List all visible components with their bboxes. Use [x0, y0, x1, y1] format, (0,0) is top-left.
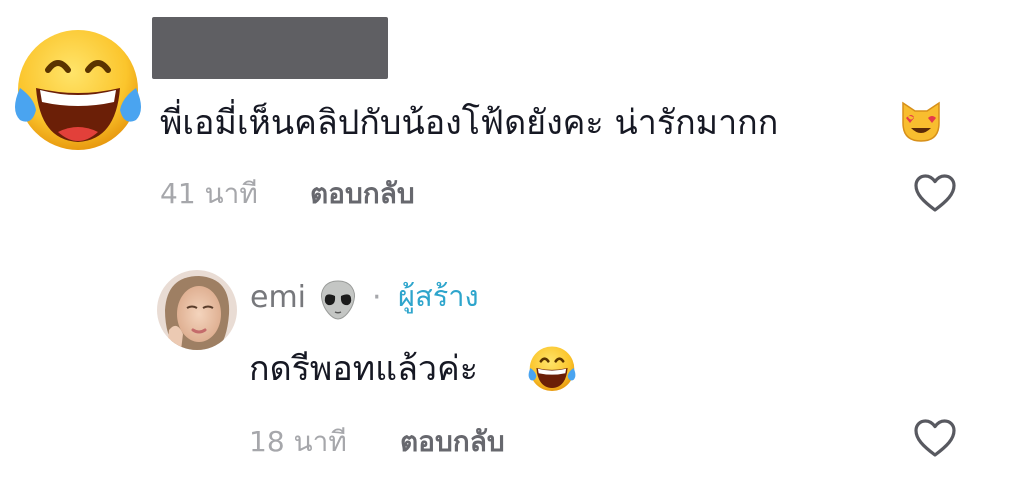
reply-button[interactable]: ตอบกลับ: [310, 180, 415, 208]
heart-outline-icon[interactable]: [913, 418, 957, 458]
heart-outline-icon[interactable]: [913, 173, 957, 213]
commenter-avatar-emoji-icon[interactable]: [8, 18, 148, 158]
reply-button[interactable]: ตอบกลับ: [400, 428, 505, 456]
comment-timestamp: 41 นาที: [160, 177, 258, 210]
alien-icon: [316, 278, 360, 322]
reply-username[interactable]: emi: [250, 283, 306, 313]
redacted-username: [152, 17, 388, 79]
face-with-tears-of-joy-icon: [526, 342, 578, 394]
reply-timestamp: 18 นาที: [249, 425, 347, 458]
comment-text: พี่เอมี่เห็นคลิปกับน้องโฟ้ดยังคะ น่ารักม…: [160, 103, 779, 143]
creator-badge: ผู้สร้าง: [398, 279, 479, 313]
smiling-cat-heart-eyes-icon: [897, 97, 945, 145]
user-avatar[interactable]: [157, 270, 237, 350]
separator-dot: ·: [372, 280, 382, 315]
reply-text: กดรีพอทแล้วค่ะ: [249, 349, 479, 389]
